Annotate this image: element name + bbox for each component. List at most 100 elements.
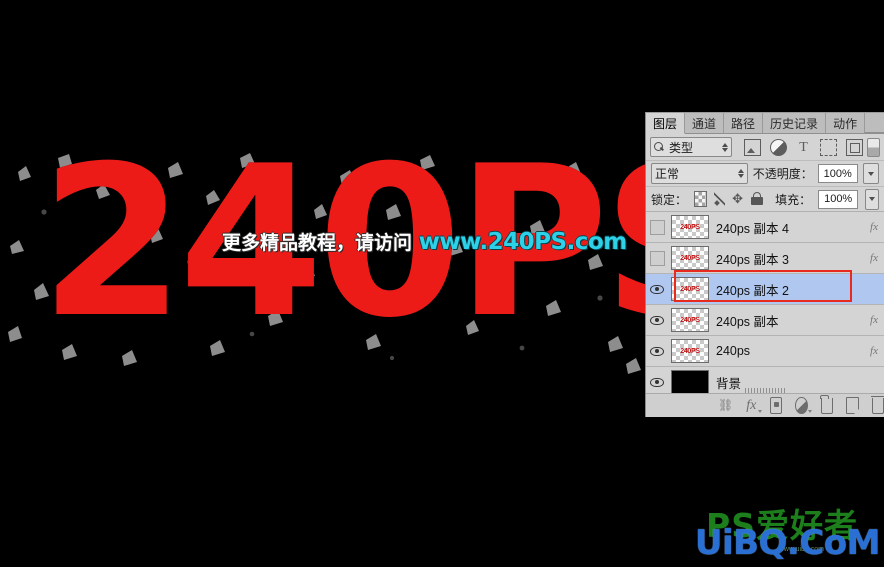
layer-thumbnail-cell[interactable]: 240PS	[668, 277, 712, 301]
layer-row-240ps-copy-3[interactable]: 240PS 240ps 副本 3 fx	[646, 243, 884, 274]
tab-history-label: 历史记录	[770, 116, 819, 131]
layer-row-240ps-copy-4[interactable]: 240PS 240ps 副本 4 fx	[646, 212, 884, 243]
layer-visibility-toggle[interactable]	[646, 305, 668, 335]
layer-name[interactable]: 240ps 副本	[712, 311, 866, 330]
filter-enable-toggle[interactable]	[867, 137, 880, 157]
lock-row: 锁定： ✥ 填充： 100%	[646, 187, 884, 212]
eye-hidden-icon	[649, 219, 665, 235]
lock-position-icon[interactable]: ✥	[732, 192, 743, 206]
lock-label: 锁定：	[651, 192, 688, 207]
eye-visible-icon	[650, 377, 664, 387]
link-layers-icon[interactable]: ⛓	[718, 398, 733, 413]
layer-row-240ps[interactable]: 240PS 240ps fx	[646, 336, 884, 367]
layer-visibility-toggle[interactable]	[646, 212, 668, 242]
opacity-dropdown-button[interactable]	[862, 163, 879, 184]
site-watermark: PS爱好者 www.uibq.com UiBQ.CoM	[680, 499, 881, 565]
lock-image-icon[interactable]	[714, 192, 726, 206]
filter-type-icons: T	[744, 138, 863, 156]
layer-name[interactable]: 背景	[712, 373, 866, 392]
filter-kind-label: 类型	[669, 140, 694, 155]
new-layer-icon[interactable]	[846, 397, 859, 414]
layer-thumbnail: 240PS	[671, 339, 709, 363]
tab-strip-filler	[865, 113, 884, 133]
tab-paths[interactable]: 路径	[724, 113, 764, 133]
add-layer-mask-icon[interactable]	[769, 397, 782, 414]
new-group-icon[interactable]	[820, 394, 833, 414]
layer-thumbnail-label: 240PS	[680, 285, 700, 293]
layer-fx-indicator[interactable]: fx	[866, 345, 884, 357]
eye-visible-icon	[650, 346, 664, 356]
layer-filter-row: 类型 T	[646, 134, 884, 161]
layer-thumbnail-label: 240PS	[680, 254, 700, 262]
screenshot-root: 240PS 更多精品教程，请访问 www.240PS.com PS爱好者 www…	[0, 0, 884, 567]
layer-thumbnail-cell[interactable]: 240PS	[668, 215, 712, 239]
promo-url-text: www.240PS.com	[418, 229, 628, 255]
layer-row-240ps-copy[interactable]: 240PS 240ps 副本 fx	[646, 305, 884, 336]
layer-fx-indicator[interactable]: fx	[866, 252, 884, 264]
blend-mode-value: 正常	[655, 167, 680, 181]
layer-name[interactable]: 240ps 副本 2	[712, 280, 866, 299]
eye-hidden-icon	[649, 250, 665, 266]
filter-pixel-icon[interactable]	[744, 138, 761, 156]
blend-mode-row: 正常 不透明度： 100%	[646, 161, 884, 187]
layer-name[interactable]: 240ps 副本 3	[712, 249, 866, 268]
filter-smartobject-icon[interactable]	[846, 138, 863, 156]
chevron-updown-icon	[722, 142, 728, 152]
fill-label: 填充：	[775, 192, 812, 207]
tab-actions[interactable]: 动作	[826, 113, 866, 133]
layers-panel: 图层 通道 路径 历史记录 动作 类型 T 正常 不透明度： 100% 锁定： …	[645, 112, 884, 417]
eye-visible-icon	[650, 315, 664, 325]
new-adjustment-layer-icon[interactable]	[795, 397, 812, 414]
layer-thumbnail	[671, 370, 709, 394]
panel-tab-strip: 图层 通道 路径 历史记录 动作	[646, 113, 884, 134]
fill-dropdown-button[interactable]	[865, 188, 879, 210]
layer-thumbnail-cell[interactable]: 240PS	[668, 308, 712, 332]
lock-all-icon[interactable]	[750, 192, 764, 206]
layer-thumbnail: 240PS	[671, 277, 709, 301]
chevron-updown-icon	[737, 169, 744, 178]
filter-adjustment-icon[interactable]	[770, 138, 787, 156]
promo-chinese-text: 更多精品教程，请访问	[222, 232, 419, 254]
layer-thumbnail: 240PS	[671, 215, 709, 239]
layer-thumbnail: 240PS	[671, 246, 709, 270]
tab-layers[interactable]: 图层	[646, 113, 686, 134]
search-icon	[654, 141, 665, 153]
opacity-label: 不透明度：	[752, 167, 813, 181]
watermark-blue-text: UiBQ.CoM	[694, 523, 881, 563]
layer-visibility-toggle[interactable]	[646, 274, 668, 304]
layer-visibility-toggle[interactable]	[646, 243, 668, 273]
layer-thumbnail-cell[interactable]: 240PS	[668, 246, 712, 270]
filter-kind-select[interactable]: 类型	[650, 137, 732, 157]
tab-history[interactable]: 历史记录	[763, 113, 827, 133]
layer-name[interactable]: 240ps	[712, 344, 866, 358]
tab-actions-label: 动作	[833, 116, 858, 131]
layer-thumbnail-label: 240PS	[680, 347, 700, 355]
layer-style-fx-icon[interactable]: fx	[746, 398, 762, 413]
blend-mode-select[interactable]: 正常	[651, 163, 748, 184]
filter-type-icon[interactable]: T	[796, 140, 811, 155]
tab-layers-label: 图层	[653, 116, 678, 131]
filter-shape-icon[interactable]	[820, 138, 837, 156]
tab-paths-label: 路径	[731, 116, 756, 131]
layer-row-240ps-copy-2[interactable]: 240PS 240ps 副本 2	[646, 274, 884, 305]
lock-transparency-icon[interactable]	[694, 191, 708, 207]
artwork-240ps: 240PS	[0, 128, 752, 380]
eye-visible-icon	[650, 284, 664, 294]
layer-thumbnail-cell[interactable]: 240PS	[668, 339, 712, 363]
layer-thumbnail-label: 240PS	[680, 223, 700, 231]
layer-list: 240PS 240ps 副本 4 fx 240PS 240ps 副本 3 fx …	[646, 212, 884, 398]
promo-overlay: 更多精品教程，请访问 www.240PS.com	[222, 228, 627, 255]
tab-channels[interactable]: 通道	[685, 113, 725, 133]
layer-fx-indicator[interactable]: fx	[866, 221, 884, 233]
tab-channels-label: 通道	[692, 116, 717, 131]
layer-name[interactable]: 240ps 副本 4	[712, 218, 866, 237]
layer-thumbnail-label: 240PS	[680, 316, 700, 324]
layers-panel-footer: ⛓ fx	[646, 393, 884, 417]
layer-thumbnail: 240PS	[671, 308, 709, 332]
delete-layer-icon[interactable]	[870, 395, 884, 414]
layer-thumbnail-cell[interactable]	[668, 370, 712, 394]
opacity-input[interactable]: 100%	[817, 164, 858, 183]
layer-fx-indicator[interactable]: fx	[866, 314, 884, 326]
layer-visibility-toggle[interactable]	[646, 336, 668, 366]
fill-input[interactable]: 100%	[818, 189, 859, 209]
